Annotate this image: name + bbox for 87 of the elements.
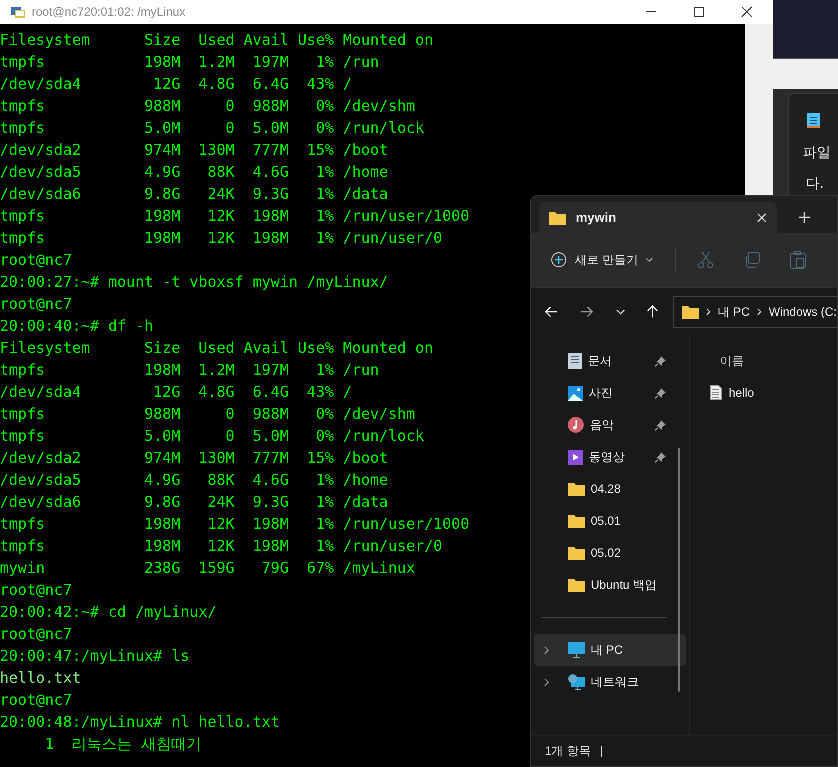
chevron-right-icon xyxy=(706,308,711,316)
file-menu[interactable]: 파일 xyxy=(803,144,831,162)
terminal-line: Filesystem Size Used Avail Use% Mounted on xyxy=(0,338,434,359)
terminal-line: 20:00:42:~# cd /myLinux/ xyxy=(0,602,217,623)
terminal-line: 20:00:47:/myLinux# ls xyxy=(0,646,190,667)
sidebar-item[interactable]: 내 PC xyxy=(534,634,686,666)
cut-icon[interactable] xyxy=(698,251,714,269)
tab-title: mywin xyxy=(576,210,618,225)
address-bar[interactable]: 내 PC Windows (C: xyxy=(672,296,838,328)
folder-icon xyxy=(568,578,585,592)
paste-icon[interactable] xyxy=(790,251,806,269)
close-icon[interactable] xyxy=(741,6,753,18)
item-count: 1개 항목 xyxy=(545,742,592,760)
terminal-line: mywin 238G 159G 79G 67% /myLinux xyxy=(0,558,416,579)
terminal-line: /dev/sda5 4.9G 88K 4.6G 1% /home xyxy=(0,470,388,491)
chevron-right-icon xyxy=(757,308,762,316)
window-title: root@nc720:01:02: /myLinux xyxy=(32,5,187,19)
plus-circle-icon xyxy=(551,252,567,268)
sidebar-item[interactable]: 동영상 xyxy=(534,441,686,473)
sidebar-item[interactable]: 음악 xyxy=(534,409,686,441)
terminal-line: root@nc7 xyxy=(0,580,72,601)
terminal-line: tmpfs 198M 12K 198M 1% /run/user/0 xyxy=(0,536,443,557)
terminal-app-icon xyxy=(10,4,26,20)
network-icon xyxy=(568,674,585,690)
terminal-line: /dev/sda6 9.8G 24K 9.3G 1% /data xyxy=(0,184,388,205)
sidebar-item[interactable]: 네트워크 xyxy=(534,666,686,698)
notepad-icon xyxy=(807,112,821,128)
terminal-line: 20:00:48:/myLinux# nl hello.txt xyxy=(0,712,280,733)
column-header[interactable]: 이름 xyxy=(720,353,837,369)
terminal-line: /dev/sda2 974M 130M 777M 15% /boot xyxy=(0,140,388,161)
terminal-line: root@nc7 xyxy=(0,690,72,711)
terminal-line: /dev/sda6 9.8G 24K 9.3G 1% /data xyxy=(0,492,388,513)
terminal-line: /dev/sda4 12G 4.8G 6.4G 43% / xyxy=(0,74,352,95)
folder-icon xyxy=(682,305,699,319)
terminal-line: root@nc7 xyxy=(0,624,72,645)
terminal-line: tmpfs 988M 0 988M 0% /dev/shm xyxy=(0,96,416,117)
document-icon xyxy=(568,353,582,369)
terminal-line: root@nc7 xyxy=(0,250,72,271)
terminal-line: tmpfs 988M 0 988M 0% /dev/shm xyxy=(0,404,416,425)
terminal-line: /dev/sda2 974M 130M 777M 15% /boot xyxy=(0,448,388,469)
terminal-line: tmpfs 198M 12K 198M 1% /run/user/1000 xyxy=(0,206,470,227)
copy-icon[interactable] xyxy=(744,252,760,268)
monitor-icon xyxy=(568,642,585,658)
chevron-right-icon[interactable] xyxy=(544,646,550,654)
sidebar-item[interactable]: Ubuntu 백업 xyxy=(534,569,686,601)
folder-icon xyxy=(549,210,566,224)
terminal-line: root@nc7 xyxy=(0,294,72,315)
terminal-line: tmpfs 198M 12K 198M 1% /run/user/0 xyxy=(0,228,443,249)
new-button[interactable]: 새로 만들기 xyxy=(551,252,654,268)
terminal-line: Filesystem Size Used Avail Use% Mounted on xyxy=(0,30,434,51)
text-file-icon xyxy=(710,385,722,400)
breadcrumb-item[interactable]: 내 PC xyxy=(718,304,750,320)
up-arrow-icon[interactable] xyxy=(647,305,659,319)
chevron-right-icon[interactable] xyxy=(544,678,550,686)
terminal-line: tmpfs 5.0M 0 5.0M 0% /run/lock xyxy=(0,426,424,447)
sidebar-item[interactable]: 04.28 xyxy=(534,473,686,505)
video-icon xyxy=(568,450,583,464)
forward-arrow-icon[interactable] xyxy=(580,306,594,318)
sidebar-item[interactable]: 05.01 xyxy=(534,505,686,537)
desktop-background xyxy=(773,0,838,59)
sidebar-item[interactable]: 문서 xyxy=(534,345,686,377)
sidebar-item[interactable]: 사진 xyxy=(534,377,686,409)
terminal-line: tmpfs 198M 1.2M 197M 1% /run xyxy=(0,360,380,381)
chevron-down-icon[interactable] xyxy=(616,309,626,315)
maximize-icon[interactable] xyxy=(693,6,705,18)
terminal-line: tmpfs 5.0M 0 5.0M 0% /run/lock xyxy=(0,118,424,139)
picture-icon xyxy=(568,386,583,400)
terminal-line: tmpfs 198M 1.2M 197M 1% /run xyxy=(0,52,380,73)
folder-icon xyxy=(568,514,585,528)
sidebar-item[interactable]: 05.02 xyxy=(534,537,686,569)
terminal-line: tmpfs 198M 12K 198M 1% /run/user/1000 xyxy=(0,514,470,535)
folder-tab[interactable]: mywin xyxy=(539,202,777,233)
music-note-icon xyxy=(568,417,584,433)
caret-icon xyxy=(646,258,654,262)
terminal-line: /dev/sda5 4.9G 88K 4.6G 1% /home xyxy=(0,162,388,183)
folder-icon xyxy=(568,546,585,560)
folder-icon xyxy=(568,482,585,496)
back-arrow-icon[interactable] xyxy=(545,306,558,318)
terminal-line: 20:00:27:~# mount -t vboxsf mywin /myLinux/ xyxy=(0,272,388,293)
file-item[interactable]: hello xyxy=(710,385,837,400)
document-text: 다. xyxy=(806,175,824,193)
terminal-line: 20:00:40:~# df -h xyxy=(0,316,154,337)
terminal-line: 1 리눅스는 새침때기 xyxy=(44,734,202,755)
breadcrumb-item[interactable]: Windows (C: xyxy=(769,305,838,319)
new-tab-icon[interactable] xyxy=(799,212,810,223)
terminal-line: hello.txt xyxy=(0,668,82,689)
terminal-line: /dev/sda4 12G 4.8G 6.4G 43% / xyxy=(0,382,352,403)
